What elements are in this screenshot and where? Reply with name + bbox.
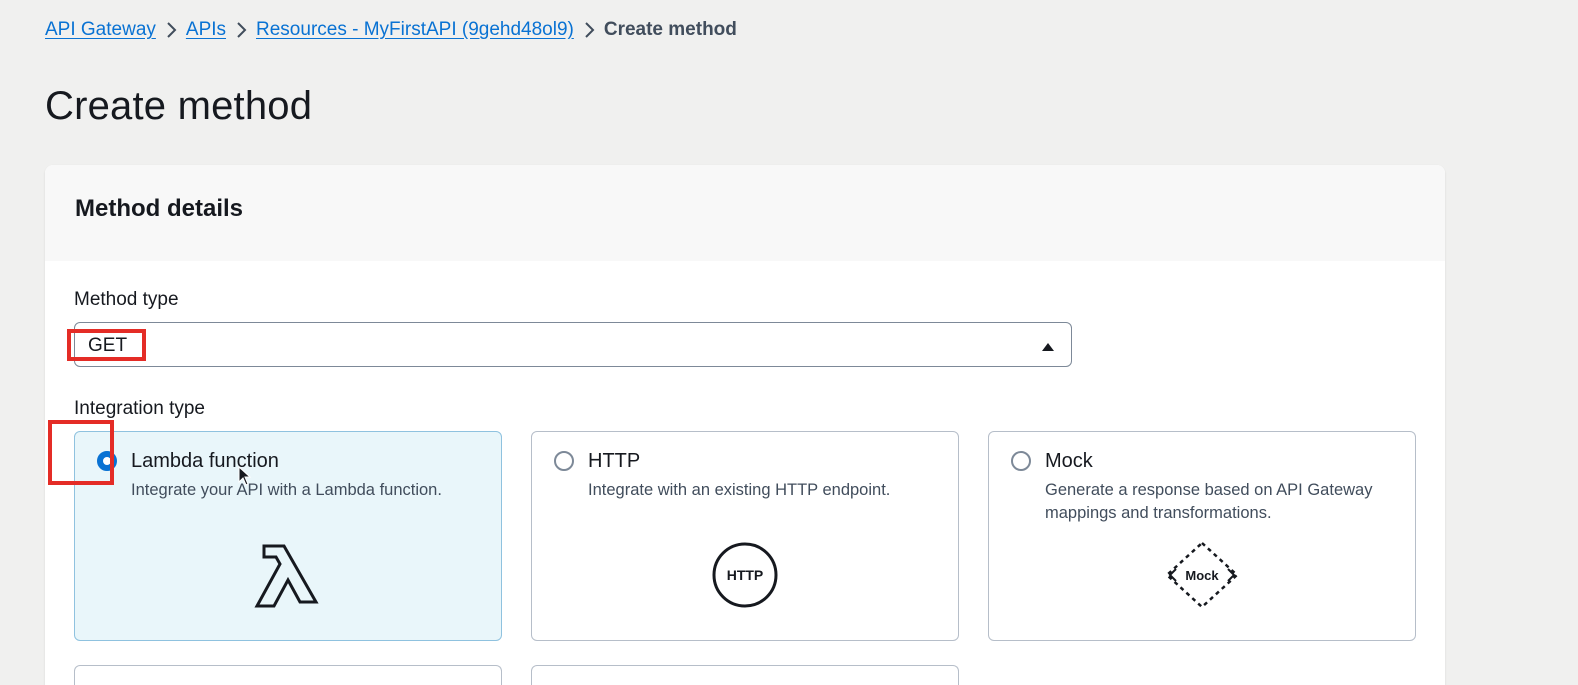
integration-option-peek[interactable] — [531, 665, 959, 685]
method-details-panel: Method details Method type GET Integrati… — [45, 165, 1445, 685]
integration-option-peek[interactable] — [74, 665, 502, 685]
lambda-radio[interactable] — [97, 451, 117, 471]
http-option-description: Integrate with an existing HTTP endpoint… — [588, 481, 891, 499]
page-title: Create method — [45, 84, 313, 128]
method-type-label: Method type — [74, 289, 179, 310]
lambda-option-description: Integrate your API with a Lambda functio… — [131, 481, 442, 499]
breadcrumb-api-gateway-link[interactable]: API Gateway — [45, 19, 156, 41]
method-type-select[interactable]: GET — [74, 322, 1072, 367]
breadcrumb-resources-link[interactable]: Resources - MyFirstAPI (9gehd48ol9) — [256, 19, 574, 41]
http-icon: HTTP — [710, 540, 780, 615]
http-icon-label: HTTP — [727, 567, 764, 583]
mock-icon-label: Mock — [1185, 568, 1219, 583]
chevron-right-icon — [156, 19, 186, 41]
breadcrumb-apis-link[interactable]: APIs — [186, 19, 226, 41]
panel-header: Method details — [45, 165, 1445, 261]
caret-up-icon — [1041, 339, 1055, 357]
method-type-value: GET — [88, 335, 128, 356]
integration-option-http[interactable]: HTTP Integrate with an existing HTTP end… — [531, 431, 959, 641]
integration-option-lambda[interactable]: Lambda function Integrate your API with … — [74, 431, 502, 641]
breadcrumb-current: Create method — [603, 19, 737, 40]
mock-option-description: Generate a response based on API Gateway… — [1045, 481, 1373, 522]
integration-option-mock[interactable]: Mock Generate a response based on API Ga… — [988, 431, 1416, 641]
http-radio[interactable] — [554, 451, 574, 471]
breadcrumb: API Gateway APIs Resources - MyFirstAPI … — [45, 17, 737, 43]
mock-option-title: Mock — [1045, 450, 1093, 472]
lambda-icon — [254, 540, 322, 613]
chevron-right-icon — [226, 19, 256, 41]
mock-radio[interactable] — [1011, 451, 1031, 471]
lambda-option-title: Lambda function — [131, 450, 279, 472]
http-option-title: HTTP — [588, 450, 641, 472]
chevron-right-icon — [574, 19, 604, 41]
panel-title: Method details — [75, 195, 244, 222]
mock-icon: Mock — [1164, 540, 1240, 615]
integration-type-label: Integration type — [74, 398, 205, 419]
